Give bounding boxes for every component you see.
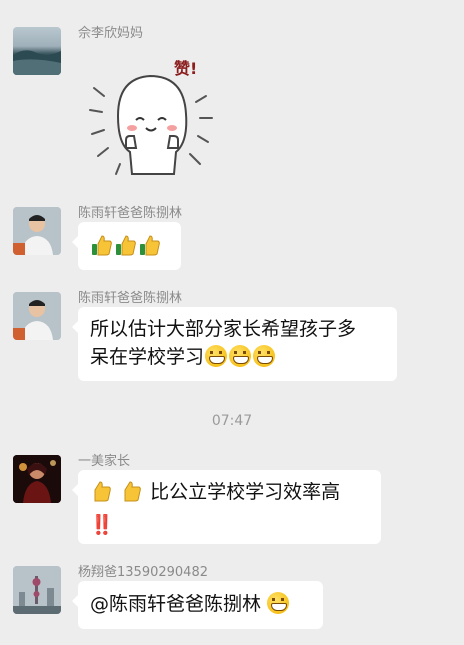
avatar[interactable] xyxy=(13,292,61,340)
avatar[interactable] xyxy=(13,455,61,503)
grinning-face-icon xyxy=(205,345,228,367)
message-text: @陈雨轩爸爸陈捌林 xyxy=(90,593,262,615)
sender-name: 一美家长 xyxy=(78,454,131,469)
grinning-face-icon xyxy=(229,345,252,367)
message-text-line1: 所以估计大部分家长希望孩子多 xyxy=(90,318,357,340)
thumbs-up-sticker[interactable]: 赞! xyxy=(88,56,218,186)
sticker-label: 赞! xyxy=(173,59,197,78)
message-text-line1: 比公立学校学习效率高 xyxy=(150,481,341,503)
avatar-photo xyxy=(13,292,61,340)
avatar-photo xyxy=(13,207,61,255)
thumbs-up-icon xyxy=(90,233,114,265)
avatar[interactable] xyxy=(13,207,61,255)
message-text-line2: 呆在学校学习 xyxy=(90,346,205,368)
sender-name: 杨翔爸13590290482 xyxy=(78,565,208,580)
timestamp: 07:47 xyxy=(211,413,253,429)
double-exclamation-icon: ‼️ xyxy=(90,514,114,536)
avatar-photo xyxy=(13,566,61,614)
sender-name: 陈雨轩爸爸陈捌林 xyxy=(78,206,183,221)
message-bubble[interactable]: 所以估计大部分家长希望孩子多 呆在学校学习 xyxy=(72,307,397,381)
avatar-photo xyxy=(13,455,61,503)
avatar-photo xyxy=(13,50,61,75)
thumbs-up-icon xyxy=(120,479,144,511)
message-line1-wrap: 比公立学校学习效率高 xyxy=(90,478,369,511)
thumbs-up-icon xyxy=(138,233,162,265)
grinning-face-icon xyxy=(267,592,290,614)
message-bubble[interactable]: @陈雨轩爸爸陈捌林 xyxy=(72,581,323,629)
message-bubble[interactable] xyxy=(72,222,181,270)
message-text-line2-wrap: 呆在学校学习 xyxy=(90,343,385,371)
sender-name: 佘李欣妈妈 xyxy=(78,26,144,41)
thumbs-up-icon xyxy=(90,479,114,511)
grinning-face-icon xyxy=(253,345,276,367)
thumbs-up-icon xyxy=(114,233,138,265)
avatar[interactable] xyxy=(13,27,61,75)
sender-name: 陈雨轩爸爸陈捌林 xyxy=(78,291,183,306)
message-bubble[interactable]: 比公立学校学习效率高 ‼️ xyxy=(72,470,381,544)
sticker-image: 赞! xyxy=(89,59,213,175)
avatar[interactable] xyxy=(13,566,61,614)
